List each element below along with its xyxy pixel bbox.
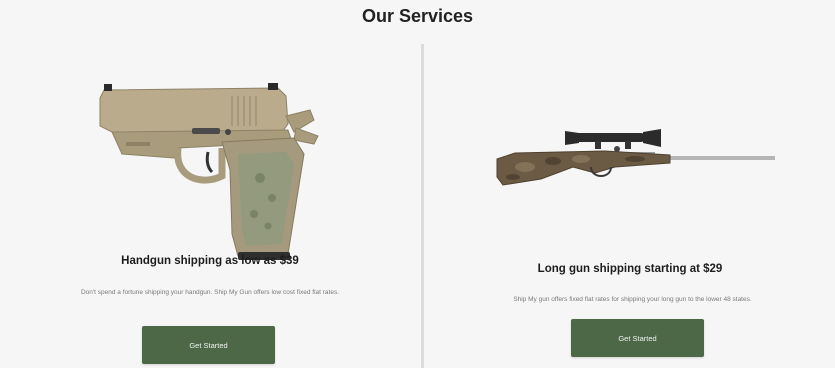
service-description: Don't spend a fortune shipping your hand… bbox=[80, 289, 340, 296]
services-section: Our Services Handgun shipping as low as … bbox=[0, 0, 835, 368]
service-card-handgun: Handgun shipping as low as $39 Don't spe… bbox=[0, 36, 420, 368]
get-started-button[interactable]: Get Started bbox=[571, 319, 704, 357]
handgun-image bbox=[99, 83, 319, 260]
service-card-long-gun: Long gun shipping starting at $29 Ship M… bbox=[425, 36, 835, 368]
rifle-image bbox=[496, 129, 775, 186]
service-description: Ship My gun offers fixed flat rates for … bbox=[513, 296, 752, 303]
get-started-button[interactable]: Get Started bbox=[142, 326, 275, 364]
service-heading: Long gun shipping starting at $29 bbox=[537, 263, 723, 275]
section-title: Our Services bbox=[361, 6, 474, 26]
column-divider bbox=[421, 44, 424, 368]
service-heading: Handgun shipping as low as $39 bbox=[121, 255, 299, 267]
